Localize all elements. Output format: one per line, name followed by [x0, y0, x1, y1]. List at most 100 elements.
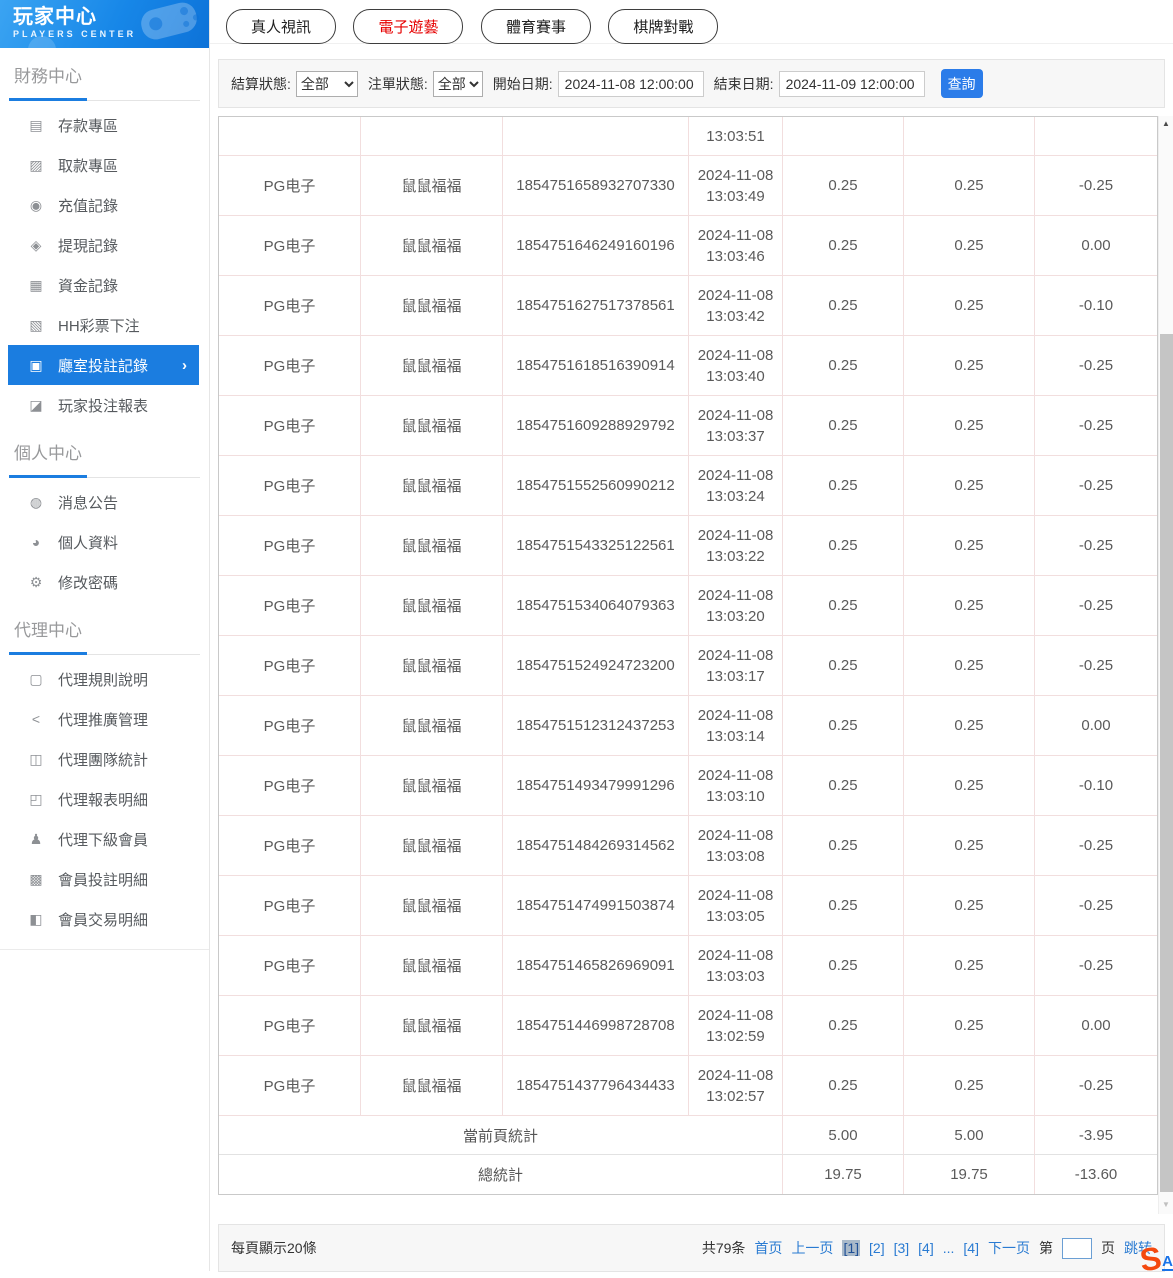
bet-records-table: 13:03:51 PG电子 鼠鼠福福 1854751658932707330 [218, 116, 1158, 1195]
sidebar-item-funds-records[interactable]: ▦ 資金記錄 [0, 265, 209, 305]
jump-prefix-label: 第 [1039, 1238, 1053, 1258]
tab-board-games[interactable]: 棋牌對戰 [608, 9, 718, 44]
order-id-cell: 1854751609288929792 [503, 396, 689, 456]
jump-page-input[interactable] [1062, 1238, 1092, 1259]
page-link-2[interactable]: [2] [869, 1240, 885, 1256]
bet-amount-cell: 0.25 [783, 756, 904, 816]
table-row: PG电子 鼠鼠福福 1854751658932707330 2024-11-08… [219, 156, 1157, 216]
game-cell: 鼠鼠福福 [361, 876, 503, 936]
sidebar-item-announcements[interactable]: ◍ 消息公告 [0, 482, 209, 522]
sidebar-item-recharge-records[interactable]: ◉ 充值記錄 [0, 185, 209, 225]
time-cell: 2024-11-08 13:03:46 [689, 216, 783, 276]
section-divider [9, 652, 200, 655]
sidebar-section-personal: 個人中心 ◍ 消息公告 ◕ 個人資料 ⚙ 修改密碼 [0, 425, 209, 602]
provider-cell: PG电子 [219, 936, 361, 996]
provider-cell: PG电子 [219, 276, 361, 336]
table-row: PG电子 鼠鼠福福 1854751493479991296 2024-11-08… [219, 756, 1157, 816]
order-status-select[interactable]: 全部 [433, 71, 483, 97]
prev-page-link[interactable]: 上一页 [791, 1238, 833, 1258]
game-cell: 鼠鼠福福 [361, 276, 503, 336]
valid-bet-cell: 0.25 [904, 636, 1035, 696]
tab-sports[interactable]: 體育賽事 [481, 9, 591, 44]
last-page-link[interactable]: [4] [963, 1240, 979, 1256]
clipboard-icon: ▩ [26, 871, 46, 888]
provider-cell: PG电子 [219, 456, 361, 516]
page-summary-row: 當前頁統計 5.00 5.00 -3.95 [219, 1116, 1157, 1155]
query-button[interactable]: 查詢 [941, 69, 983, 98]
wallet-out-icon: ◈ [26, 237, 46, 254]
winloss-cell: -0.25 [1035, 336, 1157, 396]
sidebar-item-agent-promotion[interactable]: < 代理推廣管理 [0, 699, 209, 739]
withdraw-hand-icon: ▨ [26, 157, 46, 174]
order-id-cell: 1854751618516390914 [503, 336, 689, 396]
time-cell: 13:03:51 [689, 117, 783, 156]
page-link-1[interactable]: [1] [842, 1240, 860, 1256]
next-page-link[interactable]: 下一页 [988, 1238, 1030, 1258]
sidebar-item-agent-team-stats[interactable]: ◫ 代理團隊統計 [0, 739, 209, 779]
total-summary-label: 總統計 [219, 1155, 783, 1194]
scroll-up-icon[interactable]: ▲ [1159, 116, 1173, 133]
total-count-text: 共79条 [702, 1238, 746, 1258]
sider-extension-icon[interactable]: S [1138, 1242, 1164, 1277]
bet-amount-cell: 0.25 [783, 996, 904, 1056]
first-page-link[interactable]: 首页 [754, 1238, 782, 1258]
sidebar-item-label: 充值記錄 [58, 195, 118, 216]
page-link-3[interactable]: [3] [894, 1240, 910, 1256]
time-cell: 2024-11-08 13:03:37 [689, 396, 783, 456]
provider-cell [219, 117, 361, 156]
sidebar-item-change-password[interactable]: ⚙ 修改密碼 [0, 562, 209, 602]
bet-amount-cell: 0.25 [783, 156, 904, 216]
sidebar-item-label: 會員交易明細 [58, 909, 148, 930]
sidebar-item-withdraw-zone[interactable]: ▨ 取款專區 [0, 145, 209, 185]
tab-electronic-games[interactable]: 電子遊藝 [353, 9, 463, 44]
sidebar-item-label: 提現記錄 [58, 235, 118, 256]
provider-cell: PG电子 [219, 696, 361, 756]
page-size-text: 每頁顯示20條 [231, 1238, 317, 1258]
bet-amount-cell [783, 117, 904, 156]
game-cell: 鼠鼠福福 [361, 636, 503, 696]
start-date-input[interactable] [558, 71, 704, 97]
total-summary-valid: 19.75 [904, 1155, 1035, 1194]
table-row-partial: 13:03:51 [219, 117, 1157, 156]
settle-status-select[interactable]: 全部 [296, 71, 358, 97]
sidebar-item-agent-rules[interactable]: ▢ 代理規則說明 [0, 659, 209, 699]
section-title: 個人中心 [0, 425, 209, 464]
valid-bet-cell: 0.25 [904, 456, 1035, 516]
page-summary-valid: 5.00 [904, 1116, 1035, 1155]
game-cell: 鼠鼠福福 [361, 396, 503, 456]
sidebar-item-member-bet-detail[interactable]: ▩ 會員投註明細 [0, 859, 209, 899]
sidebar-item-hh-lottery-bets[interactable]: ▧ HH彩票下注 [0, 305, 209, 345]
winloss-cell: -0.25 [1035, 936, 1157, 996]
sidebar-item-deposit-zone[interactable]: ▤ 存款專區 [0, 105, 209, 145]
order-id-cell: 1854751534064079363 [503, 576, 689, 636]
valid-bet-cell: 0.25 [904, 1056, 1035, 1116]
game-cell: 鼠鼠福福 [361, 756, 503, 816]
bet-amount-cell: 0.25 [783, 336, 904, 396]
end-date-input[interactable] [779, 71, 925, 97]
translate-a-icon[interactable]: A [1162, 1254, 1173, 1271]
sidebar-item-player-bet-report[interactable]: ◪ 玩家投注報表 [0, 385, 209, 425]
table-row: PG电子 鼠鼠福福 1854751474991503874 2024-11-08… [219, 876, 1157, 936]
page-summary-bet: 5.00 [783, 1116, 904, 1155]
sidebar-item-withdrawal-records[interactable]: ◈ 提現記錄 [0, 225, 209, 265]
scroll-down-icon[interactable]: ▼ [1159, 1197, 1173, 1214]
order-id-cell: 1854751512312437253 [503, 696, 689, 756]
time-cell: 2024-11-08 13:03:24 [689, 456, 783, 516]
time-cell: 2024-11-08 13:02:59 [689, 996, 783, 1056]
table-row: PG电子 鼠鼠福福 1854751543325122561 2024-11-08… [219, 516, 1157, 576]
bet-amount-cell: 0.25 [783, 276, 904, 336]
tab-live-casino[interactable]: 真人視訊 [226, 9, 336, 44]
page-link-4[interactable]: [4] [918, 1240, 934, 1256]
sidebar-item-label: 代理報表明細 [58, 789, 148, 810]
sidebar-item-agent-sub-members[interactable]: ♟ 代理下級會員 [0, 819, 209, 859]
winloss-cell: -0.25 [1035, 156, 1157, 216]
sidebar-item-agent-report-detail[interactable]: ◰ 代理報表明細 [0, 779, 209, 819]
provider-cell: PG电子 [219, 1056, 361, 1116]
winloss-cell: -0.25 [1035, 456, 1157, 516]
sidebar-item-member-transaction-detail[interactable]: ◧ 會員交易明細 [0, 899, 209, 939]
valid-bet-cell: 0.25 [904, 696, 1035, 756]
sidebar-item-room-bet-records[interactable]: ▣ 廳室投註記錄 › [8, 345, 199, 385]
scrollbar-thumb[interactable] [1160, 334, 1173, 1192]
sidebar-item-profile[interactable]: ◕ 個人資料 [0, 522, 209, 562]
winloss-cell: -0.25 [1035, 636, 1157, 696]
